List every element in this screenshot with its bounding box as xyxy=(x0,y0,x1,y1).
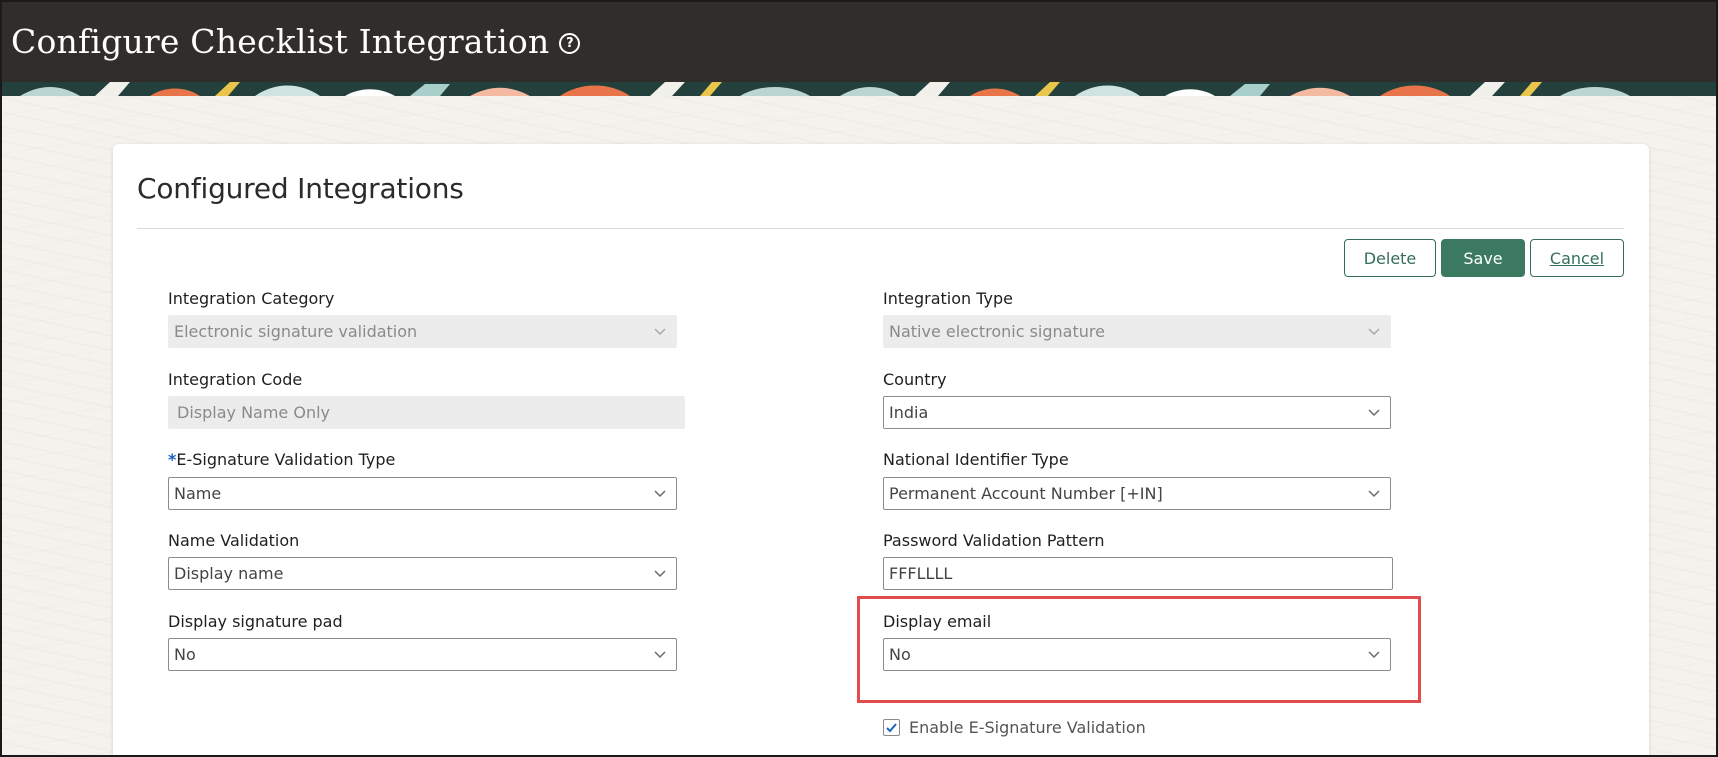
name-validation-select[interactable]: Display name xyxy=(168,557,677,590)
page-title: Configure Checklist Integration xyxy=(11,21,550,61)
help-circle-icon[interactable]: ? xyxy=(559,32,581,54)
checkmark-icon xyxy=(886,723,897,733)
name-validation-value: Display name xyxy=(174,564,284,583)
section-divider xyxy=(137,228,1624,229)
national-identifier-type-label: National Identifier Type xyxy=(883,450,1069,469)
password-validation-pattern-input[interactable]: FFFLLLL xyxy=(883,557,1393,590)
chevron-down-icon[interactable] xyxy=(653,486,667,500)
decorative-banner xyxy=(0,82,1718,96)
password-validation-pattern-value: FFFLLLL xyxy=(889,564,953,583)
national-identifier-type-value: Permanent Account Number [+IN] xyxy=(889,484,1163,503)
display-signature-pad-value: No xyxy=(174,645,196,664)
country-label: Country xyxy=(883,370,947,389)
integration-type-value: Native electronic signature xyxy=(889,322,1105,341)
chevron-down-icon[interactable] xyxy=(653,647,667,661)
display-email-label: Display email xyxy=(883,612,992,631)
integration-type-select: Native electronic signature xyxy=(883,315,1391,348)
integration-type-label: Integration Type xyxy=(883,289,1013,308)
save-button[interactable]: Save xyxy=(1441,239,1525,277)
country-select[interactable]: India xyxy=(883,396,1391,429)
display-email-value: No xyxy=(889,645,911,664)
integration-code-value: Display Name Only xyxy=(177,403,330,422)
integration-code-field: Display Name Only xyxy=(168,396,685,429)
country-value: India xyxy=(889,403,929,422)
chevron-down-icon[interactable] xyxy=(1367,647,1381,661)
chevron-down-icon xyxy=(653,324,667,338)
esig-validation-type-label-text: E-Signature Validation Type xyxy=(176,450,396,469)
cancel-button[interactable]: Cancel xyxy=(1530,239,1624,277)
banner-pattern-icon xyxy=(0,82,1718,96)
integration-code-label: Integration Code xyxy=(168,370,303,389)
esig-validation-type-label: *E-Signature Validation Type xyxy=(168,450,395,469)
chevron-down-icon[interactable] xyxy=(653,566,667,580)
display-signature-pad-label: Display signature pad xyxy=(168,612,343,631)
section-title: Configured Integrations xyxy=(137,172,464,205)
chevron-down-icon[interactable] xyxy=(1367,405,1381,419)
integration-category-select: Electronic signature validation xyxy=(168,315,677,348)
national-identifier-type-select[interactable]: Permanent Account Number [+IN] xyxy=(883,477,1391,510)
chevron-down-icon xyxy=(1367,324,1381,338)
enable-esig-validation-checkbox[interactable] xyxy=(883,719,900,736)
chevron-down-icon[interactable] xyxy=(1367,486,1381,500)
integration-category-label: Integration Category xyxy=(168,289,335,308)
esig-validation-type-value: Name xyxy=(174,484,222,503)
enable-esig-validation-label: Enable E-Signature Validation xyxy=(909,718,1146,737)
password-validation-pattern-label: Password Validation Pattern xyxy=(883,531,1105,550)
display-signature-pad-select[interactable]: No xyxy=(168,638,677,671)
delete-button[interactable]: Delete xyxy=(1344,239,1436,277)
enable-esig-validation-row[interactable]: Enable E-Signature Validation xyxy=(883,718,1146,737)
esig-validation-type-select[interactable]: Name xyxy=(168,477,677,510)
name-validation-label: Name Validation xyxy=(168,531,300,550)
integration-category-value: Electronic signature validation xyxy=(174,322,418,341)
display-email-select[interactable]: No xyxy=(883,638,1391,671)
app-header: Configure Checklist Integration ? xyxy=(0,0,1718,82)
